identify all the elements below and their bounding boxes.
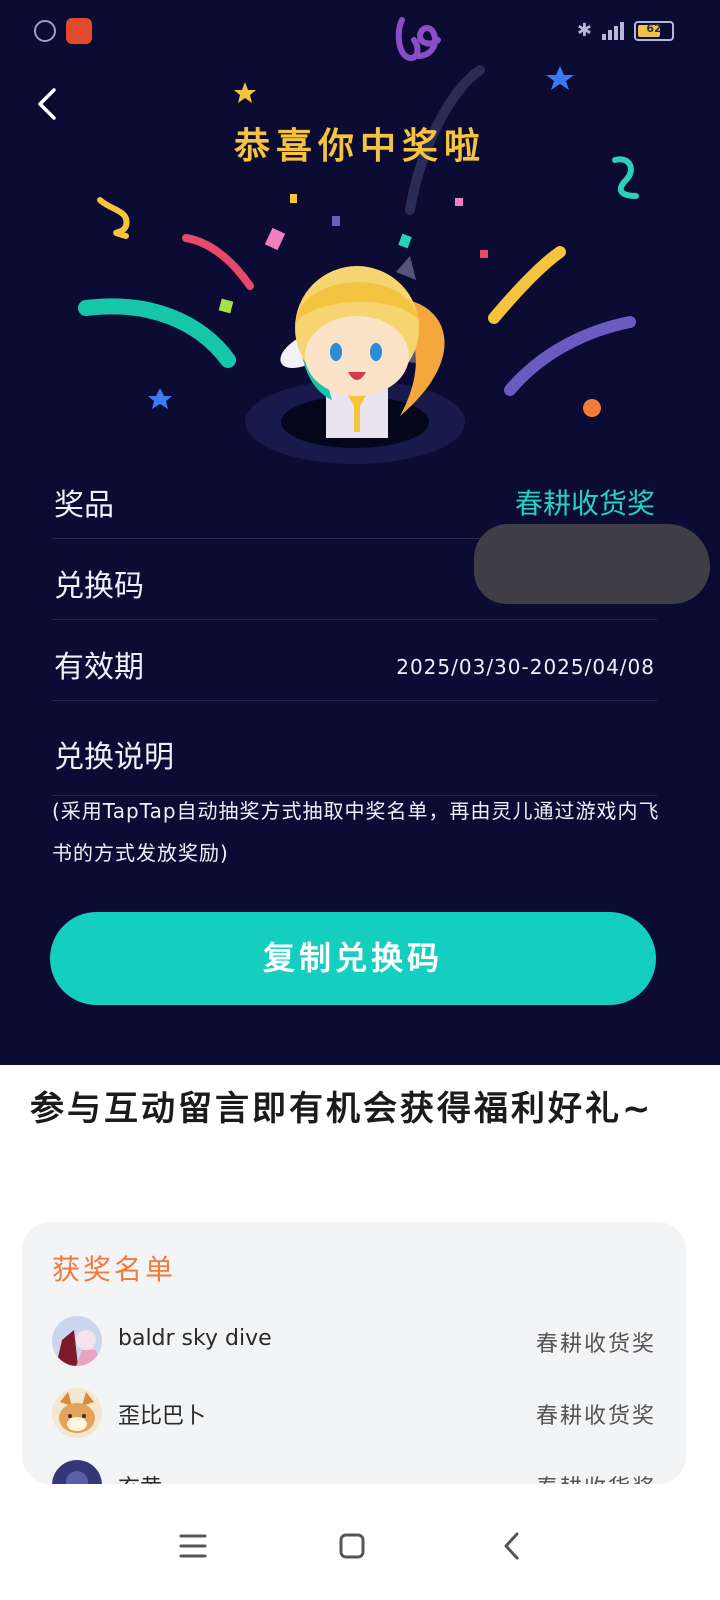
back-icon[interactable]: [490, 1524, 534, 1568]
notification-icon: [34, 20, 56, 42]
system-nav-bar: [0, 1486, 720, 1600]
status-left-icons: [34, 18, 92, 44]
winner-item[interactable]: 玄黄 春耕收货奖: [52, 1460, 656, 1484]
signal-icon: [602, 21, 624, 40]
winners-card: 获奖名单 baldr sky dive 春耕收货奖 歪比巴卜 春耕收货奖 玄黄: [22, 1222, 686, 1484]
winner-item[interactable]: baldr sky dive 春耕收货奖: [52, 1316, 656, 1372]
battery-level: 62: [646, 21, 662, 35]
redeem-code-label: 兑换码: [54, 569, 144, 604]
avatar: [52, 1460, 102, 1484]
validity-value: 2025/03/30-2025/04/08: [396, 655, 655, 679]
avatar: [52, 1388, 102, 1438]
menu-icon[interactable]: [171, 1524, 215, 1568]
winner-item[interactable]: 歪比巴卜 春耕收货奖: [52, 1388, 656, 1444]
winner-name: 玄黄: [118, 1470, 162, 1484]
battery-icon: 62: [634, 20, 674, 41]
validity-row: 有效期 2025/03/30-2025/04/08: [52, 620, 657, 701]
redacted-code-overlay: [474, 524, 710, 604]
instructions-title: 兑换说明: [54, 740, 174, 775]
winner-name: 歪比巴卜: [118, 1404, 207, 1429]
winner-prize: 春耕收货奖: [536, 1470, 656, 1484]
prize-value: 春耕收货奖: [514, 487, 655, 520]
winner-name: baldr sky dive: [118, 1326, 272, 1351]
validity-label: 有效期: [54, 650, 144, 685]
prize-header-section: ✱ 62 恭喜你中奖啦 奖品 春耕收货奖 兑换码 有效期 2025/03/30-…: [0, 0, 720, 1065]
winners-title: 获奖名单: [52, 1253, 177, 1286]
instructions-text: (采用TapTap自动抽奖方式抽取中奖名单，再由灵儿通过游戏内飞书的方式发放奖励…: [52, 799, 660, 865]
avatar: [52, 1316, 102, 1366]
congrats-headline: 恭喜你中奖啦: [233, 126, 486, 167]
copy-code-button[interactable]: 复制兑换码: [50, 912, 656, 1005]
app-notification-icon: [66, 18, 92, 44]
prize-label: 奖品: [54, 488, 114, 523]
winner-prize: 春耕收货奖: [535, 1332, 656, 1357]
promo-text: 参与互动留言即有机会获得福利好礼~: [30, 1089, 654, 1129]
home-icon[interactable]: [330, 1524, 374, 1568]
bluetooth-icon: ✱: [576, 20, 592, 41]
winner-prize: 春耕收货奖: [535, 1404, 656, 1429]
status-right-icons: ✱ 62: [577, 20, 674, 41]
